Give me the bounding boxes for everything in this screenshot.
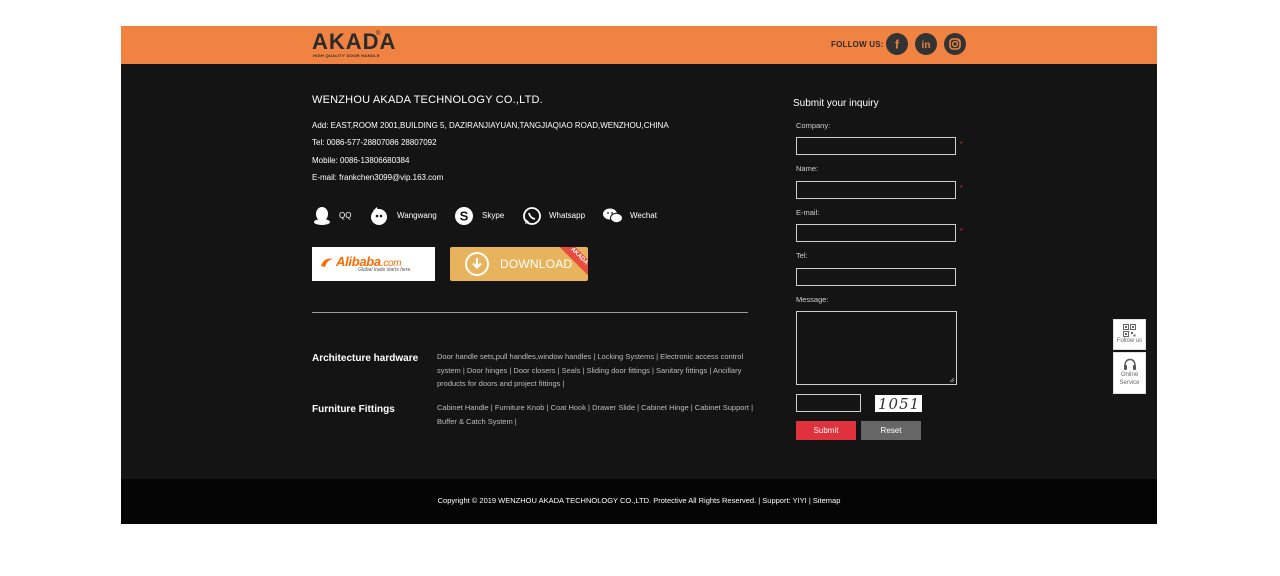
linkedin-icon[interactable]: in <box>915 33 937 55</box>
email-field-label: E-mail: <box>796 208 820 217</box>
category-title-furniture[interactable]: Furniture Fittings <box>312 404 395 415</box>
footer-section: AKADA ® HIGH QUALITY DOOR HANDLE FOLLOW … <box>121 26 1157 524</box>
resize-handle-icon[interactable] <box>949 377 955 383</box>
category-links-architecture[interactable]: Door handle sets,pull handles,window han… <box>437 350 757 391</box>
copyright-bar: Copyright © 2019 WENZHOU AKADA TECHNOLOG… <box>121 479 1157 524</box>
follow-us-label: FOLLOW US: <box>831 40 884 49</box>
follow-bar: AKADA ® HIGH QUALITY DOOR HANDLE FOLLOW … <box>121 26 1157 64</box>
captcha-image[interactable]: 1051 <box>875 395 922 413</box>
wechat-icon <box>603 208 623 224</box>
company-mobile: Mobile: 0086-13806680384 <box>312 156 410 165</box>
company-name: WENZHOU AKADA TECHNOLOGY CO.,LTD. <box>312 94 543 106</box>
logo-registered-mark: ® <box>376 31 381 37</box>
required-mark: * <box>960 185 963 192</box>
svg-text:S: S <box>460 209 469 224</box>
whatsapp-icon <box>523 207 541 225</box>
contact-label: QQ <box>339 211 352 220</box>
inquiry-form-title: Submit your inquiry <box>793 98 879 109</box>
download-label: DOWNLOAD <box>500 257 573 271</box>
akada-logo[interactable]: AKADA ® HIGH QUALITY DOOR HANDLE <box>312 31 395 60</box>
tel-field-label: Tel: <box>796 251 808 260</box>
company-field[interactable] <box>796 137 956 155</box>
qq-icon <box>314 207 330 225</box>
submit-button[interactable]: Submit <box>796 421 856 440</box>
captcha-input[interactable] <box>796 394 861 412</box>
online-service-label: Online <box>1120 372 1139 378</box>
headset-icon <box>1123 358 1136 370</box>
required-mark: * <box>960 228 963 235</box>
download-button[interactable]: DOWNLOAD AKADA <box>450 247 588 281</box>
name-field-label: Name: <box>796 164 819 173</box>
alibaba-badge[interactable]: Alibaba.com Global trade starts here. <box>312 247 435 281</box>
message-field[interactable] <box>796 311 957 385</box>
skype-icon: S <box>455 207 473 225</box>
logo-tagline: HIGH QUALITY DOOR HANDLE <box>313 53 380 58</box>
follow-us-side-label: Follow us <box>1116 338 1143 344</box>
required-mark: * <box>960 141 963 148</box>
category-links-furniture[interactable]: Cabinet Handle | Furniture Knob | Coat H… <box>437 401 757 428</box>
company-field-label: Company: <box>796 121 831 130</box>
alibaba-logo-icon <box>321 258 333 267</box>
company-tel: Tel: 0086-577-28807086 28807092 <box>312 138 437 147</box>
instagram-icon[interactable] <box>944 33 966 55</box>
copyright-text: Copyright © 2019 WENZHOU AKADA TECHNOLOG… <box>437 496 841 505</box>
divider <box>312 312 748 313</box>
contact-label: Wechat <box>630 211 657 220</box>
qr-code-icon <box>1123 324 1136 337</box>
contact-label: Skype <box>482 211 505 220</box>
svg-text:f: f <box>895 38 900 52</box>
email-field[interactable] <box>796 224 956 242</box>
company-address: Add: EAST,ROOM 2001,BUILDING 5, DAZIRANJ… <box>312 121 669 130</box>
download-icon <box>465 252 489 276</box>
follow-us-side-button[interactable]: Follow us <box>1113 319 1146 350</box>
online-service-label-2: Service <box>1119 380 1140 386</box>
svg-text:in: in <box>922 40 931 51</box>
logo-text: AKADA <box>312 29 397 54</box>
alibaba-tagline: Global trade starts here. <box>358 267 412 273</box>
name-field[interactable] <box>796 181 956 199</box>
online-service-side-button[interactable]: Online Service <box>1113 352 1146 394</box>
reset-button[interactable]: Reset <box>861 421 921 440</box>
tel-field[interactable] <box>796 268 956 286</box>
company-email[interactable]: E-mail: frankchen3099@vip.163.com <box>312 173 443 182</box>
contact-label: Wangwang <box>397 211 437 220</box>
facebook-icon[interactable]: f <box>886 33 908 55</box>
category-title-architecture[interactable]: Architecture hardware <box>312 353 418 364</box>
contact-label: Whatsapp <box>549 211 586 220</box>
wangwang-icon <box>371 207 387 225</box>
message-field-label: Message: <box>796 295 829 304</box>
